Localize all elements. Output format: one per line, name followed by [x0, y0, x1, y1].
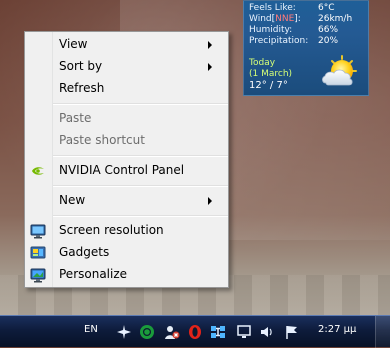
menu-item-sort-by-label: Sort by [59, 59, 103, 73]
menu-item-refresh-label: Refresh [59, 81, 105, 95]
volume-icon[interactable] [259, 324, 275, 340]
menu-item-nvidia-control-panel[interactable]: NVIDIA Control Panel [25, 160, 228, 182]
weather-precip-label: Precipitation: [249, 36, 309, 46]
weather-feels-like-value: 6°C [318, 3, 335, 13]
taskbar: EN 2:27 μμ [0, 315, 390, 348]
opera-green-icon[interactable] [139, 324, 155, 340]
menu-item-sort-by[interactable]: Sort by [25, 56, 228, 78]
weather-wind-direction: NNE [275, 14, 295, 24]
submenu-arrow-icon [208, 197, 212, 205]
weather-today-date: (1 March) [249, 69, 293, 79]
weather-wind-value: 26km/h [318, 14, 353, 24]
menu-item-paste-shortcut-label: Paste shortcut [59, 133, 145, 147]
weather-wind-label: Wind[NNE]: [249, 14, 301, 25]
menu-item-screen-resolution-label: Screen resolution [59, 223, 164, 237]
flag-icon[interactable] [284, 324, 300, 340]
menu-item-paste: Paste [25, 108, 228, 130]
weather-precip-row: Precipitation: 20% [249, 36, 367, 47]
menu-item-new-label: New [59, 193, 86, 207]
menu-item-personalize[interactable]: Personalize [25, 264, 228, 286]
sun-cloud-icon [322, 55, 357, 86]
weather-humidity-label: Humidity: [249, 25, 293, 35]
system-clock[interactable]: 2:27 μμ [318, 324, 356, 336]
personalize-icon [30, 268, 46, 283]
menu-separator [53, 215, 228, 217]
weather-humidity-value: 66% [318, 25, 339, 35]
menu-item-view-label: View [59, 37, 88, 51]
weather-wind-label-suffix: ]: [294, 14, 301, 24]
submenu-arrow-icon [208, 63, 212, 71]
submenu-arrow-icon [208, 41, 212, 49]
show-desktop-button[interactable] [375, 316, 390, 348]
user-status-icon[interactable] [164, 324, 180, 340]
weather-humidity-row: Humidity: 66% [249, 25, 367, 36]
menu-separator [53, 103, 228, 105]
menu-item-paste-label: Paste [59, 111, 92, 125]
airplane-icon[interactable] [116, 324, 132, 340]
menu-item-gadgets-label: Gadgets [59, 245, 110, 259]
menu-item-view[interactable]: View [25, 34, 228, 56]
monitor-icon [30, 224, 46, 239]
desktop-context-menu: View Sort by Refresh Paste Paste shortcu… [24, 31, 229, 288]
nvidia-icon [30, 163, 46, 179]
menu-item-new[interactable]: New [25, 190, 228, 212]
menu-item-personalize-label: Personalize [59, 267, 128, 281]
menu-item-paste-shortcut: Paste shortcut [25, 130, 228, 152]
weather-today: Today (1 March) [249, 58, 329, 80]
menu-item-nvidia-label: NVIDIA Control Panel [59, 163, 185, 177]
weather-today-temps: 12° / 7° [249, 80, 288, 91]
opera-red-icon[interactable] [187, 324, 203, 340]
menu-separator [53, 185, 228, 187]
menu-separator [53, 155, 228, 157]
weather-precip-value: 20% [318, 36, 339, 46]
language-indicator[interactable]: EN [84, 324, 98, 336]
monitor-tray-icon[interactable] [236, 324, 252, 340]
network-share-icon[interactable] [210, 324, 226, 340]
weather-feels-like-row: Feels Like: 6°C [249, 3, 367, 14]
weather-gadget[interactable]: Feels Like: 6°C Wind[NNE]: 26km/h Humidi… [243, 0, 369, 96]
weather-wind-row: Wind[NNE]: 26km/h [249, 14, 367, 25]
weather-wind-label-prefix: Wind[ [249, 14, 276, 24]
gadgets-icon [30, 246, 46, 259]
menu-item-screen-resolution[interactable]: Screen resolution [25, 220, 228, 242]
menu-item-gadgets[interactable]: Gadgets [25, 242, 228, 264]
menu-item-refresh[interactable]: Refresh [25, 78, 228, 100]
weather-today-label: Today [249, 58, 276, 68]
weather-feels-like-label: Feels Like: [249, 3, 296, 13]
